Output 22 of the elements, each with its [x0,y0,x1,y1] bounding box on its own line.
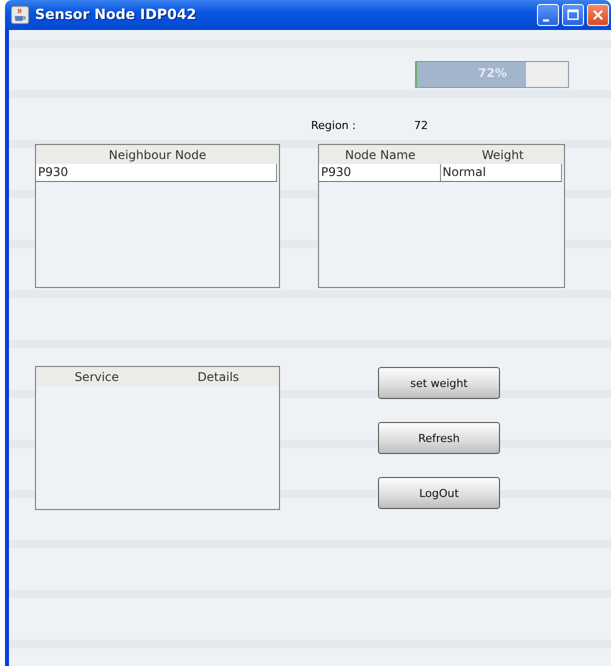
table-cell: P930 [319,164,440,181]
column-header: Weight [480,148,525,162]
column-header: Node Name [344,148,417,162]
window-title: Sensor Node IDP042 [35,7,198,23]
action-button[interactable]: Refresh [378,422,500,454]
progress-label: 72% [478,66,507,80]
region-label: Region : [311,119,357,132]
table-cell: P930 [36,164,277,181]
minimize-icon [543,18,549,22]
close-button[interactable] [587,4,609,26]
action-button[interactable]: set weight [378,367,500,399]
column-header: Neighbour Node [108,148,208,162]
minimize-button[interactable] [537,4,559,26]
region-value: 72 [414,119,428,132]
column-header: Details [196,370,240,384]
table-cell: Normal [440,164,562,181]
maximize-button[interactable] [562,4,584,26]
action-button[interactable]: LogOut [378,477,500,509]
column-header: Service [74,370,120,384]
maximize-icon [566,8,580,22]
close-icon [591,8,605,22]
coffee-cup-icon [11,6,29,24]
